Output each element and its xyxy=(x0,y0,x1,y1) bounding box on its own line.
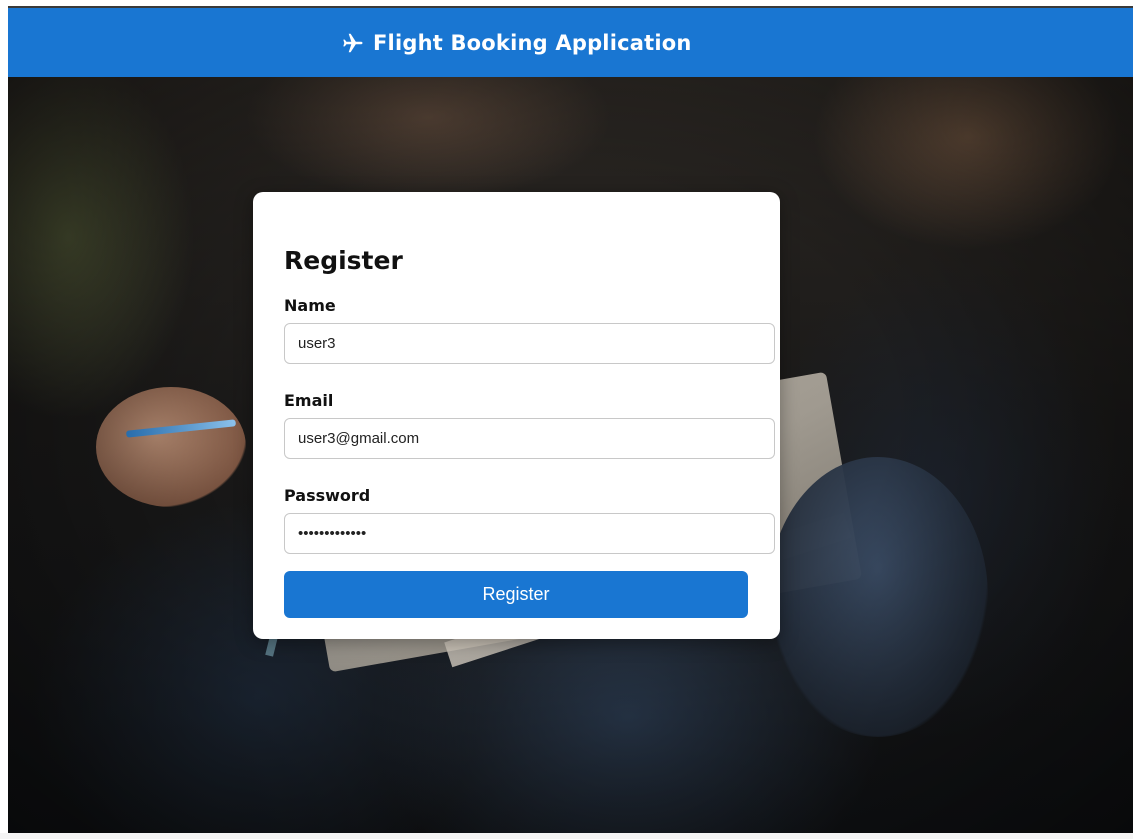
app-window: Flight Booking Application Register Name… xyxy=(8,6,1133,833)
app-header: Flight Booking Application xyxy=(8,8,1133,77)
background-photo: Register Name Email Password Register xyxy=(8,77,1133,833)
form-heading: Register xyxy=(284,246,403,275)
register-card: Register Name Email Password Register xyxy=(253,192,780,639)
password-label: Password xyxy=(284,486,371,505)
airplane-icon xyxy=(343,33,363,52)
name-input[interactable] xyxy=(284,323,775,364)
email-label: Email xyxy=(284,391,334,410)
password-input[interactable] xyxy=(284,513,775,554)
app-title: Flight Booking Application xyxy=(373,30,692,55)
email-input[interactable] xyxy=(284,418,775,459)
name-label: Name xyxy=(284,296,336,315)
register-button[interactable]: Register xyxy=(284,571,748,618)
